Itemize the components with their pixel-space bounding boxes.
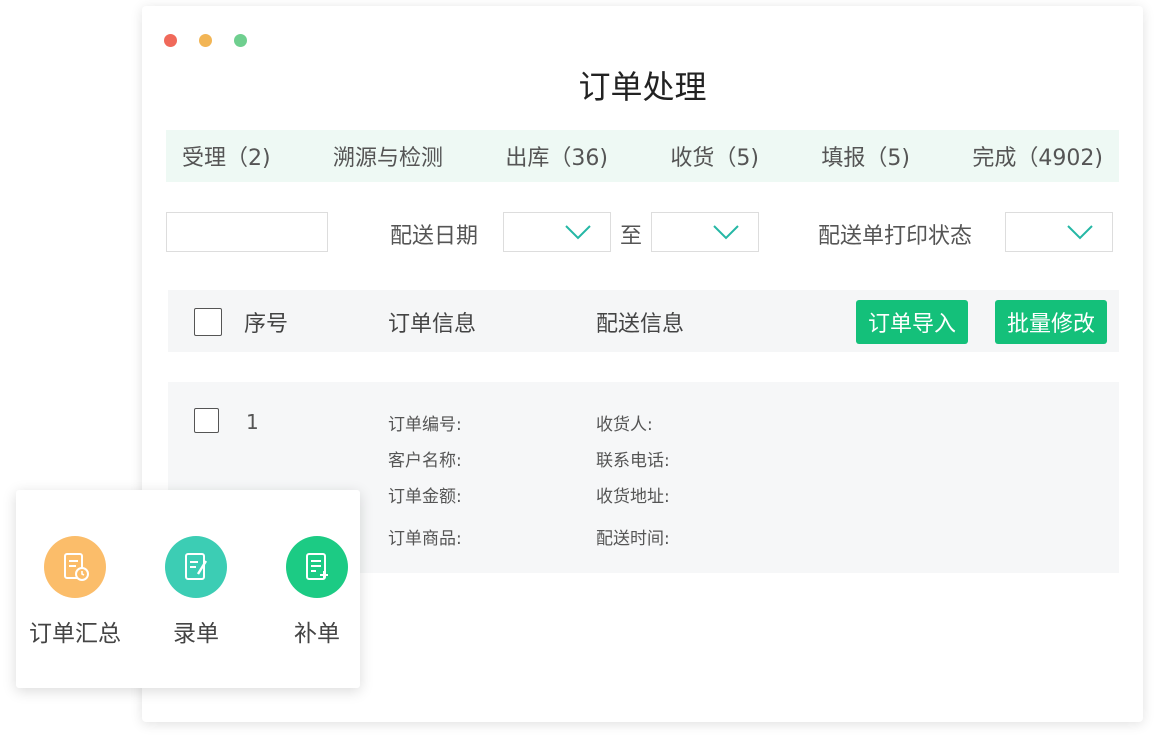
quick-actions-panel: 订单汇总 录单 补单	[16, 490, 360, 688]
tab-report[interactable]: 填报（5)	[821, 140, 910, 172]
select-all-checkbox[interactable]	[194, 308, 222, 336]
close-window-dot[interactable]	[164, 34, 177, 47]
tab-received[interactable]: 收货（5)	[670, 140, 759, 172]
minimize-window-dot[interactable]	[199, 34, 212, 47]
tab-traceability[interactable]: 溯源与检测	[333, 140, 443, 172]
order-amount-field: 订单金额:	[388, 487, 462, 507]
tab-outbound[interactable]: 出库（36)	[505, 140, 608, 172]
to-label: 至	[620, 224, 643, 249]
tab-completed[interactable]: 完成（4902)	[972, 140, 1103, 172]
delivery-info-header: 配送信息	[596, 312, 685, 337]
supplement-order-button[interactable]: 补单	[262, 536, 372, 648]
maximize-window-dot[interactable]	[234, 34, 247, 47]
row-index: 1	[246, 410, 259, 434]
print-status-label: 配送单打印状态	[818, 224, 973, 249]
chevron-down-icon	[565, 225, 591, 240]
search-input[interactable]	[166, 212, 328, 252]
tab-accepted[interactable]: 受理（2)	[182, 140, 271, 172]
address-field: 收货地址:	[596, 487, 670, 507]
date-to-select[interactable]	[651, 212, 759, 252]
table-header: 序号 订单信息 配送信息 订单导入 批量修改	[168, 290, 1119, 352]
order-number-field: 订单编号:	[388, 415, 462, 435]
customer-name-field: 客户名称:	[388, 451, 462, 471]
add-document-icon	[286, 536, 348, 598]
chevron-down-icon	[713, 225, 739, 240]
row-checkbox[interactable]	[194, 408, 219, 433]
phone-field: 联系电话:	[596, 451, 670, 471]
edit-document-icon	[165, 536, 227, 598]
index-header: 序号	[244, 312, 289, 337]
import-orders-button[interactable]: 订单导入	[856, 300, 968, 344]
order-info-header: 订单信息	[388, 312, 477, 337]
filter-bar: 配送日期 至 配送单打印状态	[166, 212, 1119, 252]
order-summary-label: 订单汇总	[29, 621, 121, 647]
print-status-select[interactable]	[1005, 212, 1113, 252]
delivery-date-label: 配送日期	[390, 224, 479, 249]
enter-order-label: 录单	[173, 621, 219, 647]
enter-order-button[interactable]: 录单	[141, 536, 251, 648]
page-title: 订单处理	[578, 68, 707, 106]
window-controls	[164, 34, 247, 47]
date-from-select[interactable]	[503, 212, 611, 252]
supplement-order-label: 补单	[294, 621, 340, 647]
status-tabs: 受理（2) 溯源与检测 出库（36) 收货（5) 填报（5) 完成（4902)	[166, 130, 1119, 182]
order-summary-icon	[44, 536, 106, 598]
delivery-time-field: 配送时间:	[596, 529, 670, 549]
receiver-field: 收货人:	[596, 415, 653, 435]
order-products-field: 订单商品:	[388, 529, 462, 549]
order-summary-button[interactable]: 订单汇总	[20, 536, 130, 648]
chevron-down-icon	[1067, 225, 1093, 240]
batch-edit-button[interactable]: 批量修改	[995, 300, 1107, 344]
